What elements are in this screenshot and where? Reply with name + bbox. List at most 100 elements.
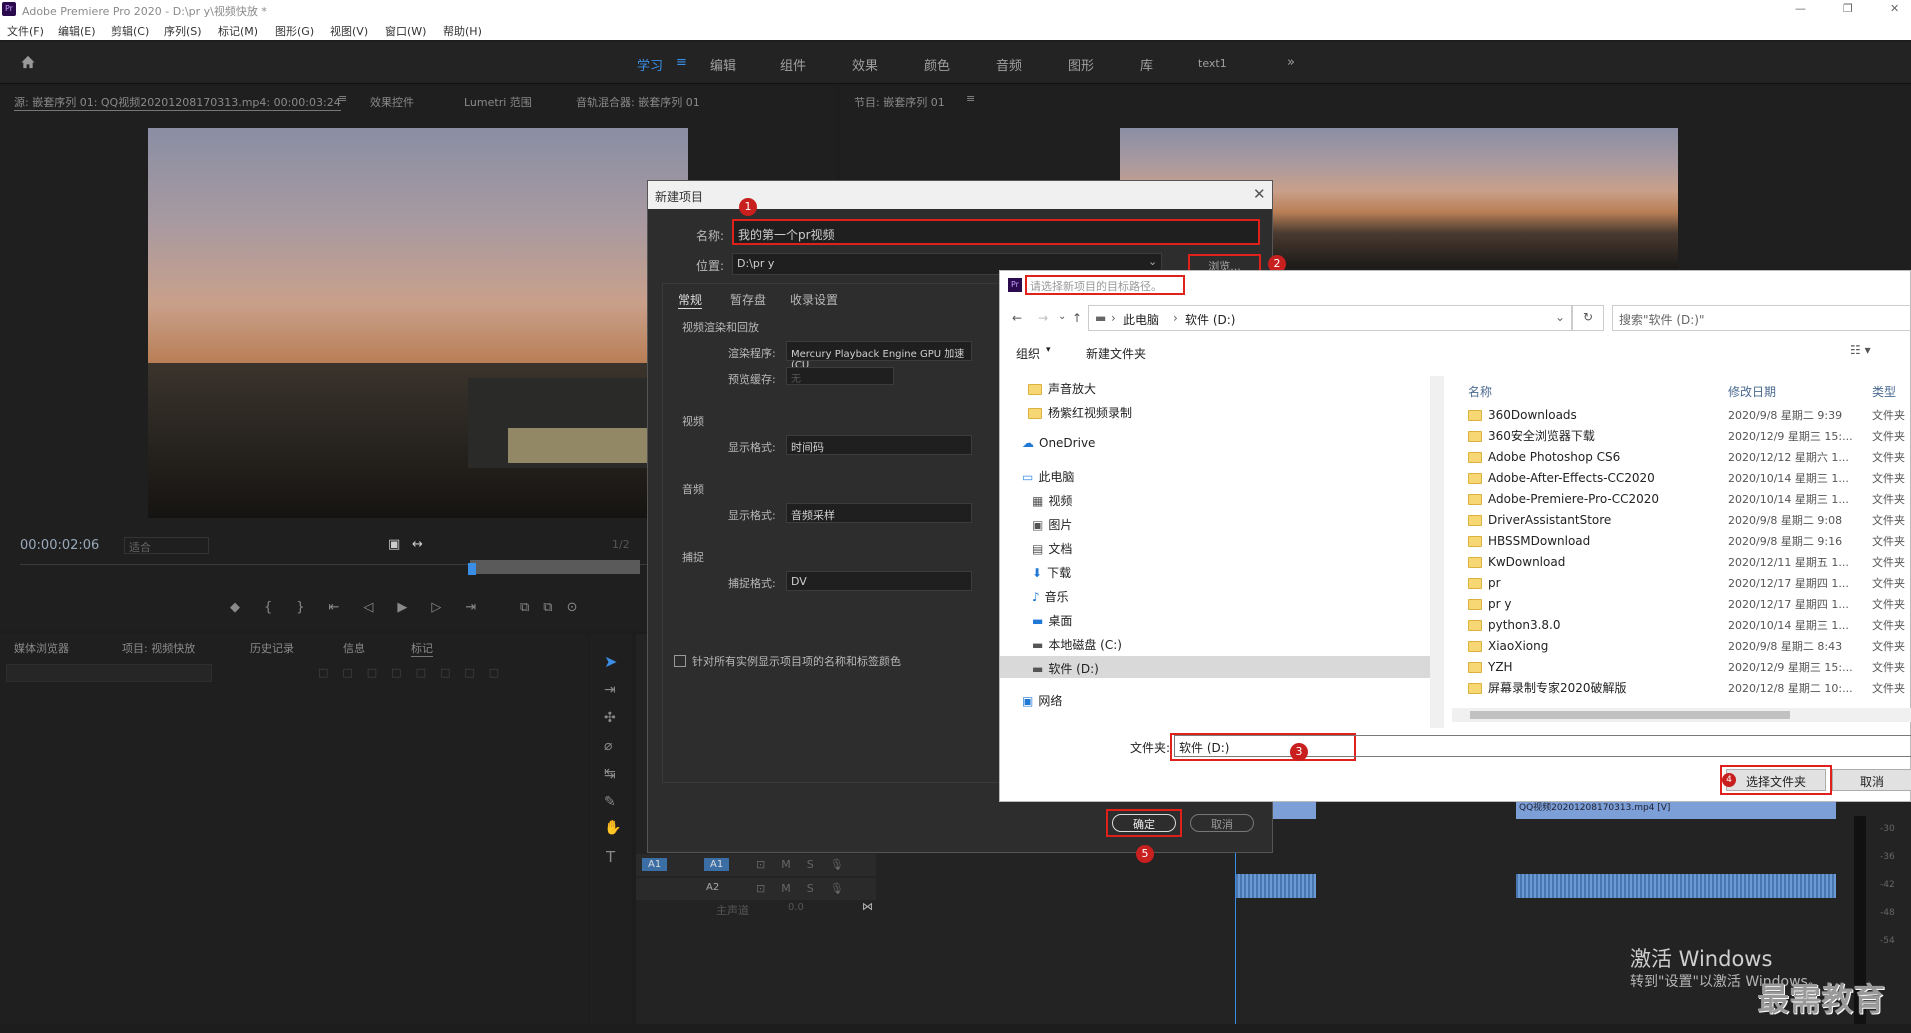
ok-button[interactable]: 确定 [1112,814,1176,832]
pen-tool-icon[interactable]: ✎ [604,794,616,810]
master-track-toggle-icon[interactable]: ⋈ [862,900,873,913]
menu-window[interactable]: 窗口(W) [385,23,426,39]
capture-format-dropdown[interactable]: DV [786,571,972,591]
file-row[interactable]: 屏幕录制专家2020破解版 2020/12/8 星期二 10:... 文件夹 [1462,678,1911,699]
tree-item[interactable]: 声音放大 [1028,380,1096,397]
preview-cache-dropdown[interactable]: 无 [786,367,894,385]
up-icon[interactable]: ↑ [1072,311,1082,325]
workspace-learn[interactable]: 学习 [637,55,663,74]
renderer-dropdown[interactable]: Mercury Playback Engine GPU 加速 (CU [786,341,972,371]
tree-item-onedrive[interactable]: ☁ OneDrive [1022,436,1095,450]
source-scrub-range[interactable] [470,560,640,574]
workspace-libraries[interactable]: 库 [1140,55,1153,74]
breadcrumb-drive-d[interactable]: 软件 (D:) [1185,311,1235,328]
workspace-menu-icon[interactable]: ≡ [676,55,687,70]
file-row[interactable]: DriverAssistantStore 2020/9/8 星期二 9:08 文件夹 [1462,510,1911,531]
chevron-down-icon[interactable]: ▾ [1046,345,1051,355]
file-row[interactable]: YZH 2020/12/9 星期三 15:... 文件夹 [1462,657,1911,678]
cancel-button[interactable]: 取消 [1190,814,1254,832]
close-icon[interactable]: ✕ [1890,2,1899,15]
tab-source[interactable]: 源: 嵌套序列 01: QQ视频20201208170313.mp4: 00:0… [14,94,341,111]
tab-audio-mixer[interactable]: 音轨混合器: 嵌套序列 01 [576,94,700,110]
tab-markers[interactable]: 标记 [411,640,433,657]
file-row[interactable]: 360Downloads 2020/9/8 星期二 9:39 文件夹 [1462,405,1911,426]
show-labels-checkbox[interactable] [674,655,686,667]
menu-sequence[interactable]: 序列(S) [164,23,202,39]
source-transport-controls[interactable]: ◆{}⇤◁▶▷⇥ [230,600,500,615]
folder-cancel-button[interactable]: 取消 [1832,769,1911,791]
file-row[interactable]: Adobe-After-Effects-CC2020 2020/10/14 星期三… [1462,468,1911,489]
tab-media-browser[interactable]: 媒体浏览器 [14,640,69,656]
scrollbar-thumb[interactable] [1470,711,1790,719]
project-name-input[interactable]: 我的第一个pr视频 [732,219,1260,245]
file-row[interactable]: HBSSMDownload 2020/9/8 星期二 9:16 文件夹 [1462,531,1911,552]
workspace-edit[interactable]: 编辑 [710,55,736,74]
tree-item-this-pc[interactable]: ▭ 此电脑 [1022,468,1074,485]
insert-icon[interactable]: ↔ [412,537,423,552]
type-tool-icon[interactable]: T [606,848,615,866]
menu-edit[interactable]: 编辑(E) [58,23,96,39]
search-input[interactable]: 搜索"软件 (D:)" [1612,305,1911,331]
tree-item-videos[interactable]: ▦ 视频 [1032,492,1072,509]
menu-graphics[interactable]: 图形(G) [275,23,314,39]
slip-tool-icon[interactable]: ↹ [604,766,616,782]
tree-item-documents[interactable]: ▤ 文档 [1032,540,1072,557]
source-insert-overwrite-icon[interactable]: ⧉⧉⊙ [520,600,591,615]
hand-tool-icon[interactable]: ✋ [604,820,621,836]
column-date[interactable]: 修改日期 [1728,383,1776,400]
refresh-icon[interactable]: ↻ [1572,305,1604,331]
breadcrumb-this-pc[interactable]: 此电脑 [1123,311,1159,328]
ripple-edit-tool-icon[interactable]: ✣ [604,710,616,726]
tree-item-music[interactable]: ♪ 音乐 [1032,588,1069,605]
track-a2-label[interactable]: A2 [706,882,719,893]
timeline-clip-audio-small[interactable] [1236,874,1316,898]
file-row[interactable]: 360安全浏览器下载 2020/12/9 星期三 15:... 文件夹 [1462,426,1911,447]
tab-ingest[interactable]: 收录设置 [790,291,838,308]
program-title[interactable]: 节目: 嵌套序列 01 [854,94,945,110]
track-a1-controls[interactable]: ⊡MS🎙 [756,858,860,871]
file-row[interactable]: Adobe Photoshop CS6 2020/12/12 星期六 1... 文件… [1462,447,1911,468]
file-row[interactable]: KwDownload 2020/12/11 星期五 1... 文件夹 [1462,552,1911,573]
timeline-clip-audio[interactable] [1516,874,1836,898]
address-bar[interactable]: ▬ › 此电脑 › 软件 (D:) ⌄ [1088,305,1572,331]
minimize-icon[interactable]: — [1795,2,1806,15]
organize-menu[interactable]: 组织 [1016,345,1040,362]
tree-item-downloads[interactable]: ⬇ 下载 [1032,564,1071,581]
source-playhead[interactable] [468,563,476,575]
menu-clip[interactable]: 剪辑(C) [111,23,149,39]
home-icon[interactable] [20,55,36,69]
column-name[interactable]: 名称 [1468,383,1492,400]
tree-item-drive-c[interactable]: ▬ 本地磁盘 (C:) [1032,636,1122,653]
tree-scrollbar[interactable] [1430,376,1444,728]
program-menu-icon[interactable]: ≡ [966,92,975,105]
marker-color-filters[interactable]: □□□□□□□□ [318,666,568,682]
track-a1-target[interactable]: A1 [704,858,730,871]
export-frame-icon[interactable]: ▣ [388,537,400,552]
folder-input[interactable]: 软件 (D:) [1174,735,1911,757]
tree-item-pictures[interactable]: ▣ 图片 [1032,516,1072,533]
view-options-icon[interactable]: ☷ ▾ [1850,343,1871,357]
tab-scratch-disks[interactable]: 暂存盘 [730,291,766,308]
tree-item-network[interactable]: ▣ 网络 [1022,692,1062,709]
back-icon[interactable]: ← [1012,311,1022,325]
panel-menu-icon[interactable]: ≡ [338,92,347,105]
resolution-fraction[interactable]: 1/2 [612,538,630,551]
track-a2-controls[interactable]: ⊡MS🎙 [756,882,860,895]
file-row[interactable]: pr y 2020/12/17 星期四 1... 文件夹 [1462,594,1911,615]
audio-display-format-dropdown[interactable]: 音频采样 [786,503,972,523]
workspace-assembly[interactable]: 组件 [780,55,806,74]
workspace-color[interactable]: 颜色 [924,55,950,74]
fit-dropdown[interactable]: 适合 [124,537,209,554]
tab-general[interactable]: 常规 [678,291,703,309]
tree-item-drive-d[interactable]: ▬ 软件 (D:) [1032,660,1099,677]
dialog-close-icon[interactable]: ✕ [1253,185,1266,203]
select-folder-button[interactable]: 选择文件夹 [1726,769,1826,791]
workspace-effects[interactable]: 效果 [852,55,878,74]
workspace-text1[interactable]: text1 [1198,57,1227,70]
tab-history[interactable]: 历史记录 [250,640,294,656]
column-type[interactable]: 类型 [1872,383,1896,400]
tree-item[interactable]: 杨紫红视频录制 [1028,404,1132,421]
video-display-format-dropdown[interactable]: 时间码 [786,435,972,455]
razor-tool-icon[interactable]: ⌀ [604,738,612,754]
tab-info[interactable]: 信息 [343,640,365,656]
